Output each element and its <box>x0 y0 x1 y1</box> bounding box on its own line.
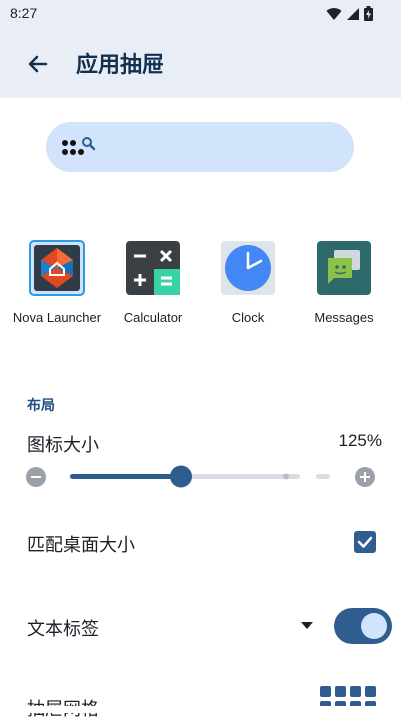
battery-charging-icon <box>364 6 373 21</box>
slider-track-end <box>316 474 330 479</box>
search-bar[interactable] <box>46 122 354 172</box>
match-desktop-size-label: 匹配桌面大小 <box>27 535 135 556</box>
dropdown-arrow-icon[interactable] <box>300 620 314 630</box>
status-icons <box>326 6 373 21</box>
slider-tick-mark <box>283 473 289 480</box>
screen-bottom-edge <box>0 706 401 713</box>
status-bar: 8:27 <box>0 0 401 26</box>
app-label: Clock <box>231 310 265 325</box>
icon-size-label: 图标大小 <box>27 435 99 456</box>
icon-size-slider[interactable] <box>24 463 379 491</box>
wifi-icon <box>326 7 342 20</box>
checkmark-icon <box>357 536 373 548</box>
back-arrow-icon[interactable] <box>24 50 52 78</box>
messages-icon <box>317 241 371 295</box>
app-bar: 应用抽屉 <box>0 26 401 98</box>
decrease-icon[interactable] <box>26 467 46 487</box>
text-labels-toggle[interactable] <box>334 608 392 644</box>
slider-thumb[interactable] <box>170 465 192 488</box>
match-desktop-size-checkbox[interactable] <box>354 531 376 553</box>
cellular-signal-icon <box>347 7 359 20</box>
clock-icon <box>221 241 275 295</box>
search-dots-icon <box>62 137 96 155</box>
section-heading-layout: 布局 <box>27 398 55 414</box>
app-preview-row: Nova Launcher Calculator Clock Messages <box>0 240 401 330</box>
text-labels-label: 文本标签 <box>27 619 99 640</box>
nova-launcher-icon <box>29 240 85 296</box>
app-label: Messages <box>314 310 374 325</box>
toggle-knob <box>361 613 387 639</box>
icon-size-value: 125% <box>338 431 382 450</box>
slider-fill <box>70 474 181 479</box>
app-label: Calculator <box>123 310 183 325</box>
increase-icon[interactable] <box>355 467 375 487</box>
calculator-icon <box>126 241 180 295</box>
status-time: 8:27 <box>10 5 38 21</box>
page-title: 应用抽屉 <box>76 53 165 78</box>
app-label: Nova Launcher <box>12 310 102 325</box>
